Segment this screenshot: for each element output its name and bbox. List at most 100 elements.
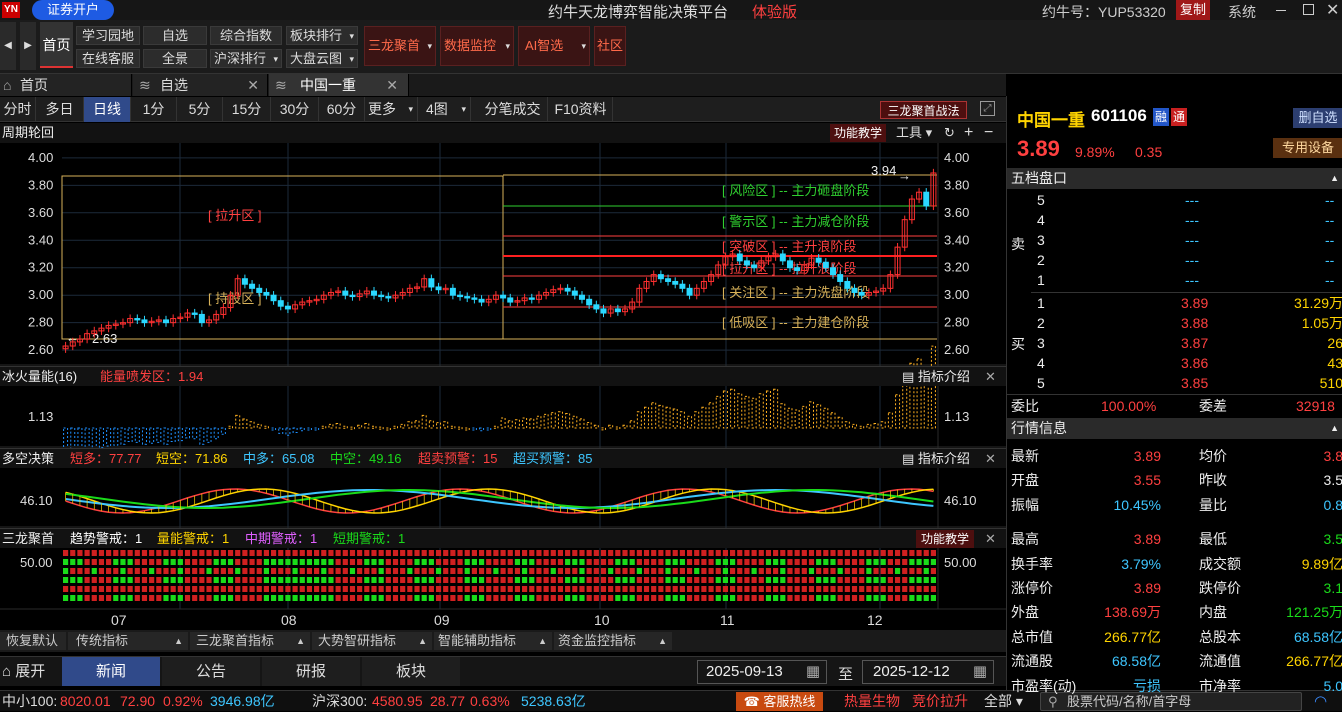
- signal-cell: [851, 577, 858, 583]
- copy-button[interactable]: 复制: [1176, 0, 1210, 20]
- toolbar-btn-panorama[interactable]: 全景: [143, 49, 207, 68]
- tab-home[interactable]: ⌂ 首页: [0, 74, 132, 96]
- date-to-input[interactable]: 2025-12-12 ▦: [862, 660, 994, 684]
- signal-cell: [851, 559, 858, 565]
- minimize-icon[interactable]: [1276, 10, 1286, 11]
- panel2-intro-button[interactable]: ▤ 指标介绍: [902, 367, 970, 387]
- news-tab-news[interactable]: 新闻: [62, 657, 160, 686]
- candle: [844, 280, 851, 289]
- signal-cell: [543, 568, 549, 574]
- period-multiday[interactable]: 多日: [36, 97, 84, 122]
- delete-favorite-button[interactable]: 删自选: [1293, 108, 1342, 128]
- toolbar-btn-index[interactable]: 综合指数: [210, 26, 282, 45]
- signal-cell: [507, 550, 513, 556]
- period-5min[interactable]: 5分: [177, 97, 223, 122]
- expand-button[interactable]: ⌂ 展开: [0, 657, 60, 686]
- signal-cell: [106, 595, 112, 601]
- panel4-teach-button[interactable]: 功能教学: [916, 530, 974, 548]
- period-more[interactable]: 更多 ▾: [365, 97, 418, 122]
- signal-cell: [643, 577, 650, 583]
- toolbar-btn-study[interactable]: 学习园地: [76, 26, 140, 45]
- ind-tab-reset[interactable]: 恢复默认: [0, 632, 66, 650]
- tab-favorites[interactable]: ≋ 自选 ✕: [133, 74, 268, 96]
- news-tab-research[interactable]: 研报: [262, 657, 360, 686]
- signal-cell: [572, 586, 578, 592]
- signal-cell: [134, 586, 140, 592]
- maximize-icon[interactable]: [1303, 4, 1314, 15]
- signal-cell: [859, 577, 865, 583]
- ind-tab-traditional[interactable]: 传统指标 ▲: [68, 632, 188, 650]
- calendar-icon[interactable]: ▦: [806, 661, 820, 683]
- period-4chart[interactable]: 4图 ▾: [418, 97, 471, 122]
- system-menu[interactable]: 系统: [1228, 2, 1256, 22]
- refresh-icon[interactable]: ↻: [944, 123, 955, 143]
- signal-cell: [837, 577, 843, 583]
- toolbar-btn-cloud-map[interactable]: 大盘云图 ▾: [286, 49, 358, 68]
- calendar-icon[interactable]: ▦: [973, 661, 987, 683]
- period-15min[interactable]: 15分: [223, 97, 271, 122]
- period-intraday[interactable]: 分时: [0, 97, 36, 122]
- close-icon[interactable]: ✕: [985, 449, 996, 469]
- ind-tab-fund[interactable]: 资金监控指标 ▲: [554, 632, 672, 650]
- close-icon[interactable]: ✕: [386, 74, 398, 96]
- back-arrow-icon[interactable]: ◀: [0, 22, 16, 70]
- toolbar-btn-hs-rank[interactable]: 沪深排行 ▾: [210, 49, 282, 68]
- ind-tab-smart[interactable]: 智能辅助指标 ▲: [434, 632, 552, 650]
- period-60min[interactable]: 60分: [319, 97, 365, 122]
- zoom-out-icon[interactable]: −: [984, 123, 993, 143]
- strategy-button[interactable]: 三龙聚首战法: [880, 101, 967, 119]
- signal-cell: [321, 550, 327, 556]
- home-button[interactable]: 首页: [40, 22, 73, 68]
- signal-cell: [801, 595, 807, 601]
- close-icon[interactable]: ✕: [247, 74, 259, 96]
- forward-arrow-icon[interactable]: ▶: [20, 22, 36, 70]
- signal-cell: [400, 577, 406, 583]
- ind-tab-dragons[interactable]: 三龙聚首指标 ▲: [190, 632, 310, 650]
- close-icon[interactable]: ✕: [985, 367, 996, 387]
- period-f10[interactable]: F10资料: [549, 97, 613, 122]
- signal-cell: [636, 595, 642, 601]
- toolbar-btn-community[interactable]: 社区: [594, 26, 626, 66]
- signal-cell: [859, 595, 865, 601]
- close-icon[interactable]: ✕: [1326, 0, 1339, 20]
- toolbar-btn-favorites[interactable]: 自选: [143, 26, 207, 45]
- tools-menu[interactable]: 工具 ▾: [896, 123, 932, 143]
- signal-cell: [392, 577, 399, 583]
- open-account-button[interactable]: 证券开户: [32, 0, 114, 20]
- ind-tab-trend[interactable]: 大势智研指标 ▲: [312, 632, 432, 650]
- signal-cell: [672, 550, 678, 556]
- tab-stock[interactable]: ≋ 中国一重 ✕: [269, 74, 409, 96]
- signal-cell: [600, 550, 607, 556]
- hot-stock[interactable]: 热量生物: [844, 691, 900, 712]
- zone-label-break: [ 突破区 ] -- 主升浪阶段: [722, 239, 856, 254]
- period-ticks[interactable]: 分笔成交: [478, 97, 548, 122]
- signal-cell: [342, 595, 348, 601]
- expand-icon[interactable]: ⤢: [980, 101, 995, 116]
- signal-cell: [866, 568, 872, 574]
- period-daily[interactable]: 日线: [84, 97, 131, 122]
- zoom-in-icon[interactable]: +: [964, 123, 973, 143]
- toolbar-btn-ai-select[interactable]: AI智选 ▾: [518, 26, 590, 66]
- hotline-button[interactable]: ☎ 客服热线: [736, 692, 823, 711]
- signal-cell: [930, 577, 936, 583]
- signal-cell: [464, 550, 470, 556]
- close-icon[interactable]: ✕: [985, 529, 996, 549]
- panel3-intro-button[interactable]: ▤ 指标介绍: [902, 449, 970, 469]
- news-tab-notice[interactable]: 公告: [162, 657, 260, 686]
- period-1min[interactable]: 1分: [131, 97, 177, 122]
- news-tab-sector[interactable]: 板块: [362, 657, 460, 686]
- signal-cell: [830, 559, 836, 565]
- date-from-input[interactable]: 2025-09-13 ▦: [697, 660, 827, 684]
- signal-cell: [557, 568, 564, 574]
- hot-event[interactable]: 竞价拉升: [912, 691, 968, 712]
- period-30min[interactable]: 30分: [271, 97, 319, 122]
- candle: [249, 283, 256, 289]
- toolbar-btn-data-monitor[interactable]: 数据监控 ▾: [440, 26, 514, 66]
- toolbar-btn-service[interactable]: 在线客服: [76, 49, 140, 68]
- teach-button[interactable]: 功能教学: [830, 124, 886, 142]
- quote-row: 开盘 3.55 昨收 3.5: [1007, 470, 1342, 490]
- toolbar-btn-sector-rank[interactable]: 板块排行 ▾: [286, 26, 358, 45]
- quote-header[interactable]: 行情信息 ▲: [1007, 418, 1342, 439]
- order-book-header[interactable]: 五档盘口 ▲: [1007, 168, 1342, 189]
- toolbar-btn-three-dragons[interactable]: 三龙聚首 ▾: [364, 26, 436, 66]
